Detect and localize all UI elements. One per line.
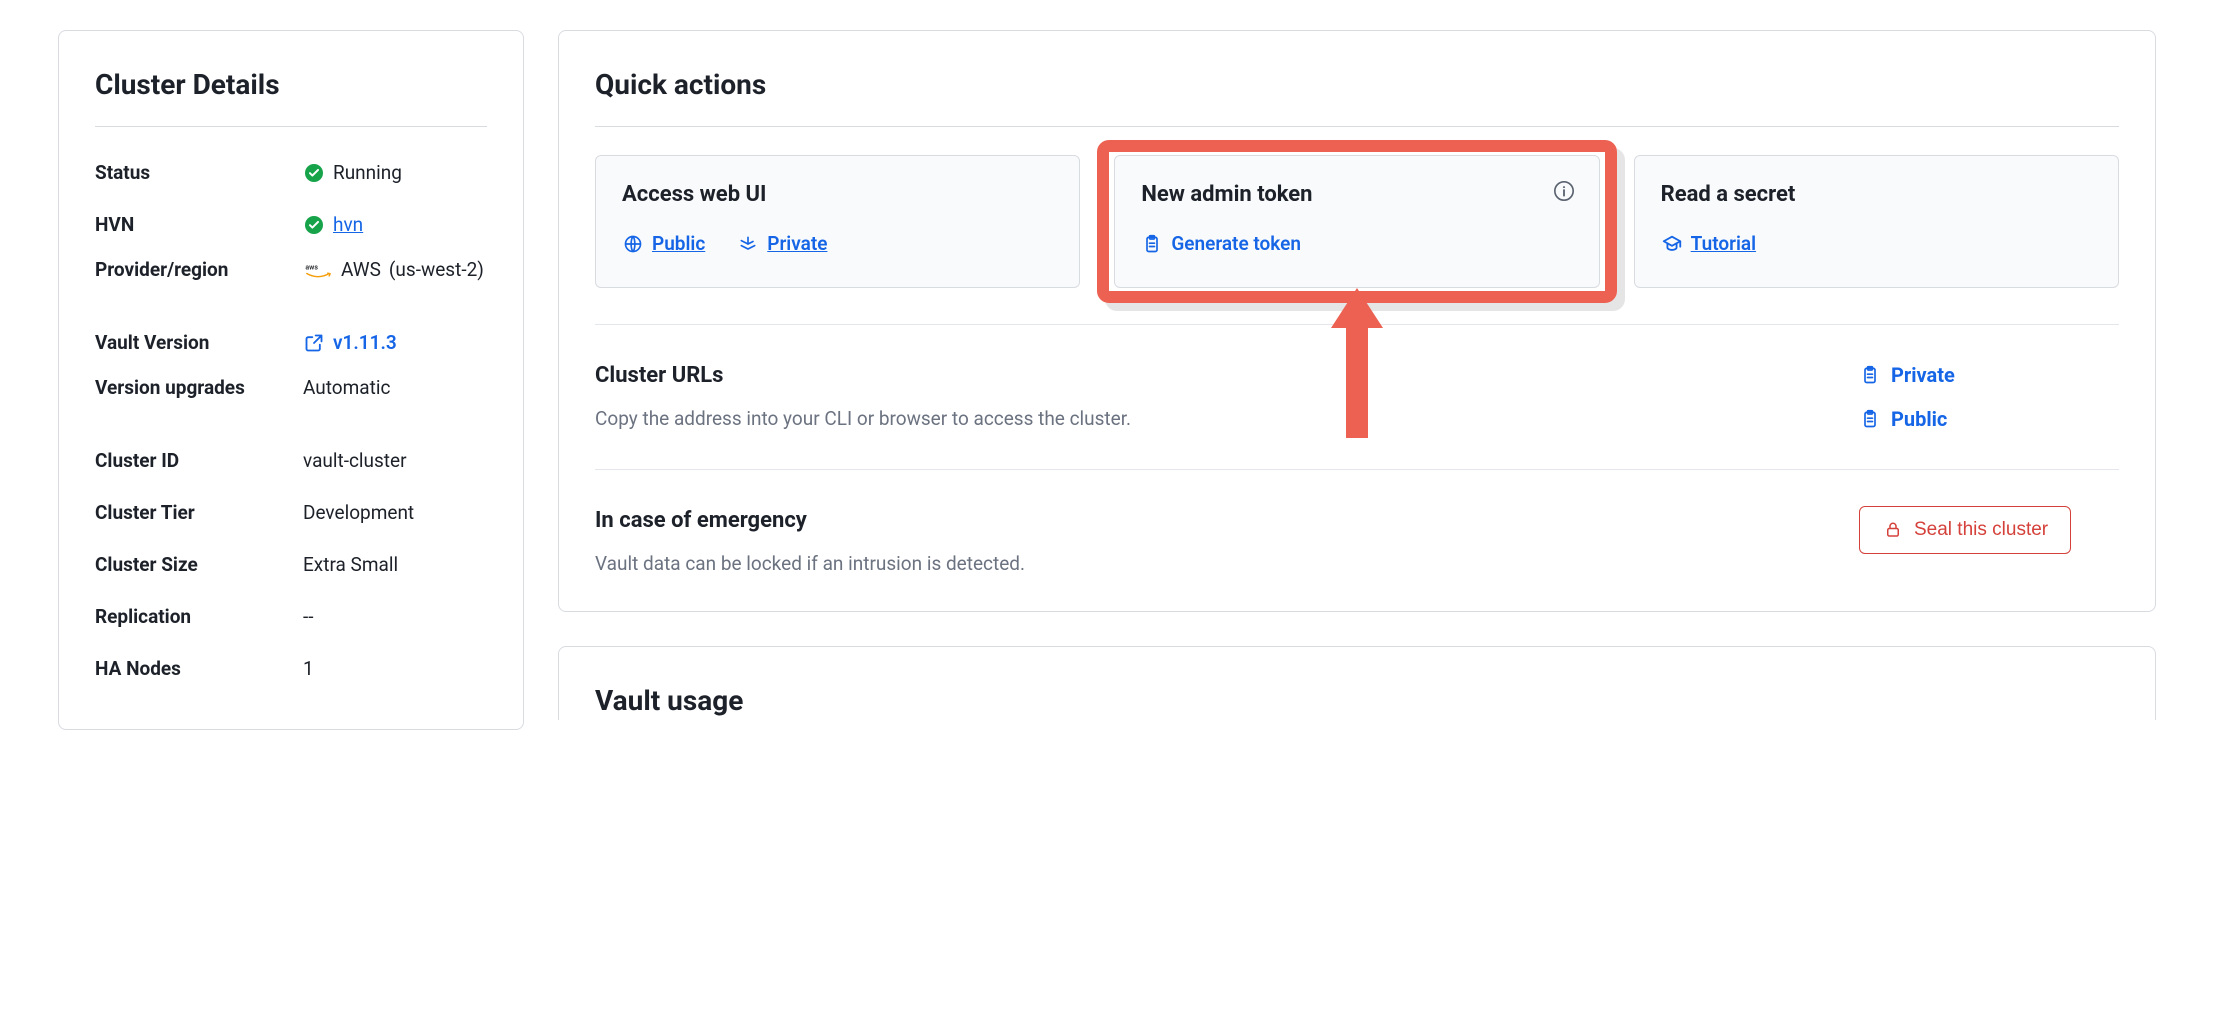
cluster-details-title: Cluster Details — [95, 65, 487, 127]
emergency-section: In case of emergency Vault data can be l… — [595, 506, 2119, 577]
label-ha-nodes: HA Nodes — [95, 656, 295, 683]
access-public-text: Public — [652, 231, 705, 258]
hvn-link[interactable]: hvn — [333, 212, 363, 239]
quick-actions-grid: Access web UI Public Private — [595, 155, 2119, 288]
label-hvn: HVN — [95, 212, 295, 239]
row-ha-nodes: HA Nodes 1 — [95, 643, 487, 695]
seal-cluster-text: Seal this cluster — [1914, 519, 2048, 541]
value-ha-nodes: 1 — [303, 656, 487, 683]
access-public-link[interactable]: Public — [622, 231, 705, 258]
version-link[interactable]: v1.11.3 — [303, 330, 397, 357]
clipboard-icon — [1141, 233, 1163, 255]
emergency-title: In case of emergency — [595, 506, 1831, 537]
clipboard-icon — [1859, 408, 1881, 430]
generate-token-link[interactable]: Generate token — [1141, 231, 1301, 258]
cluster-details-list: Status Running HVN hvn Provider/region A… — [95, 147, 487, 695]
value-status: Running — [303, 160, 487, 187]
qa-read-secret: Read a secret Tutorial — [1634, 155, 2119, 288]
label-replication: Replication — [95, 604, 295, 631]
check-circle-icon — [303, 214, 325, 236]
generate-token-text: Generate token — [1171, 231, 1301, 258]
clipboard-icon — [1859, 364, 1881, 386]
label-status: Status — [95, 160, 295, 187]
label-cluster-id: Cluster ID — [95, 448, 295, 475]
row-version: Vault Version v1.11.3 — [95, 317, 487, 369]
copy-public-link[interactable]: Public — [1859, 405, 1947, 433]
access-private-link[interactable]: Private — [737, 231, 827, 258]
label-size: Cluster Size — [95, 552, 295, 579]
access-private-text: Private — [767, 231, 827, 258]
qa-secret-title: Read a secret — [1661, 180, 2092, 211]
check-circle-icon — [303, 162, 325, 184]
tutorial-text: Tutorial — [1691, 231, 1756, 258]
value-tier: Development — [303, 500, 487, 527]
row-status: Status Running — [95, 147, 487, 199]
label-provider: Provider/region — [95, 257, 295, 284]
vault-usage-title: Vault usage — [595, 681, 2119, 720]
lock-icon — [1882, 519, 1904, 541]
globe-icon — [622, 233, 644, 255]
provider-name: AWS — [341, 257, 381, 284]
qa-access-title: Access web UI — [622, 180, 1053, 211]
tutorial-link[interactable]: Tutorial — [1661, 231, 1756, 258]
qa-access-web-ui: Access web UI Public Private — [595, 155, 1080, 288]
row-cluster-id: Cluster ID vault-cluster — [95, 435, 487, 487]
emergency-desc: Vault data can be locked if an intrusion… — [595, 551, 1831, 578]
value-cluster-id: vault-cluster — [303, 448, 487, 475]
copy-private-text: Private — [1891, 361, 1955, 389]
cluster-details-card: Cluster Details Status Running HVN hvn P… — [58, 30, 524, 730]
copy-public-text: Public — [1891, 405, 1947, 433]
divider — [595, 324, 2119, 325]
value-upgrades: Automatic — [303, 375, 487, 402]
aws-icon — [303, 259, 333, 281]
qa-new-admin-token: New admin token Generate token — [1114, 155, 1599, 288]
copy-private-link[interactable]: Private — [1859, 361, 1955, 389]
quick-actions-card: Quick actions Access web UI Public Priva… — [558, 30, 2156, 612]
cluster-urls-desc: Copy the address into your CLI or browse… — [595, 406, 1831, 433]
cluster-urls-section: Cluster URLs Copy the address into your … — [595, 361, 2119, 433]
divider — [595, 469, 2119, 470]
version-text: v1.11.3 — [333, 330, 397, 357]
highlight-annotation — [1097, 140, 1616, 303]
value-provider: AWS (us-west-2) — [303, 257, 487, 284]
row-size: Cluster Size Extra Small — [95, 539, 487, 591]
cluster-urls-title: Cluster URLs — [595, 361, 1831, 392]
external-link-icon — [303, 332, 325, 354]
qa-token-title: New admin token — [1141, 180, 1572, 211]
vault-usage-card: Vault usage — [558, 646, 2156, 720]
label-tier: Cluster Tier — [95, 500, 295, 527]
value-replication: -- — [303, 604, 487, 631]
seal-cluster-button[interactable]: Seal this cluster — [1859, 506, 2071, 554]
quick-actions-title: Quick actions — [595, 65, 2119, 127]
provider-region: (us-west-2) — [389, 257, 484, 284]
info-icon[interactable] — [1553, 180, 1575, 202]
status-text: Running — [333, 160, 402, 187]
value-size: Extra Small — [303, 552, 487, 579]
row-provider: Provider/region AWS (us-west-2) — [95, 251, 487, 317]
learn-icon — [1661, 233, 1683, 255]
label-upgrades: Version upgrades — [95, 375, 295, 402]
label-version: Vault Version — [95, 330, 295, 357]
external-arrow-icon — [737, 233, 759, 255]
row-replication: Replication -- — [95, 591, 487, 643]
row-upgrades: Version upgrades Automatic — [95, 369, 487, 435]
row-tier: Cluster Tier Development — [95, 487, 487, 539]
row-hvn: HVN hvn — [95, 199, 487, 251]
